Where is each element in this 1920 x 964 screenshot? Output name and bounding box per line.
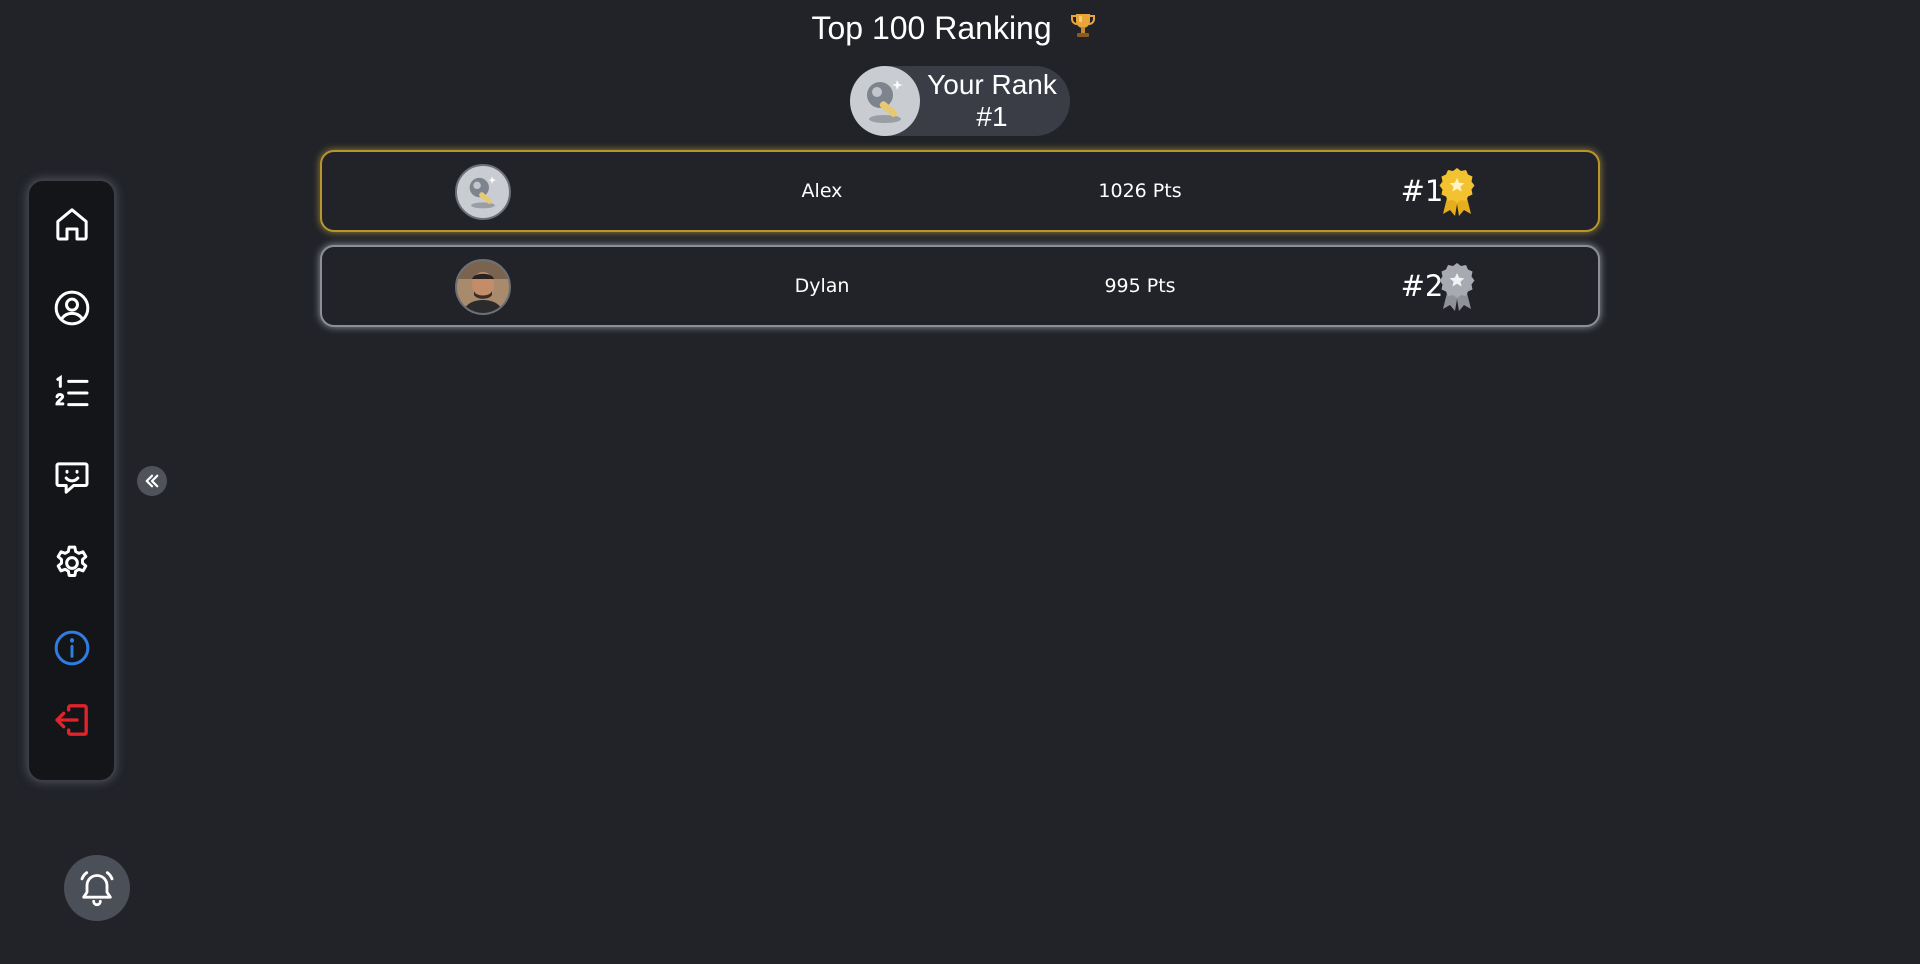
your-rank-text: Your Rank #1 (922, 69, 1062, 133)
trophy-icon (1067, 10, 1099, 51)
page-title-text: Top 100 Ranking (811, 10, 1052, 46)
home-icon (56, 208, 88, 241)
gold-medal-icon (1434, 166, 1480, 216)
notifications-button[interactable] (64, 855, 130, 921)
your-rank-label: Your Rank (927, 69, 1057, 100)
sidebar-item-logout[interactable] (45, 693, 99, 747)
chat-smile-icon (55, 462, 89, 494)
logout-icon (55, 704, 88, 736)
user-circle-icon (54, 290, 90, 326)
sidebar-item-settings[interactable] (45, 536, 99, 590)
info-icon (54, 630, 90, 666)
player-points: 1026 Pts (1098, 180, 1182, 202)
your-rank-value: #1 (976, 101, 1008, 132)
avatar (455, 164, 511, 220)
leaderboard-page: Top 100 Ranking Your Rank #1 Alex 1026 P… (0, 0, 1920, 964)
gear-icon (56, 545, 88, 577)
numbered-list-icon (55, 374, 89, 407)
avatar (850, 66, 920, 136)
collapse-sidebar-button[interactable] (137, 466, 167, 496)
sidebar-item-home[interactable] (45, 197, 99, 251)
player-name: Alex (801, 180, 843, 202)
silver-medal-icon (1434, 261, 1480, 311)
sidebar-nav (27, 179, 116, 782)
double-chevron-left-icon (145, 474, 159, 488)
ranking-row[interactable]: Alex 1026 Pts #1 (320, 150, 1600, 232)
sidebar-item-info[interactable] (45, 621, 99, 675)
sidebar-item-chat[interactable] (45, 451, 99, 505)
sidebar-item-ranking[interactable] (45, 366, 99, 420)
ranking-row[interactable]: Dylan 995 Pts #2 (320, 245, 1600, 327)
avatar (455, 259, 511, 315)
bell-icon (80, 871, 114, 906)
your-rank-card: Your Rank #1 (850, 66, 1070, 136)
sidebar-item-profile[interactable] (45, 281, 99, 335)
page-title: Top 100 Ranking (0, 8, 1910, 51)
player-name: Dylan (794, 275, 850, 297)
player-points: 995 Pts (1104, 275, 1176, 297)
